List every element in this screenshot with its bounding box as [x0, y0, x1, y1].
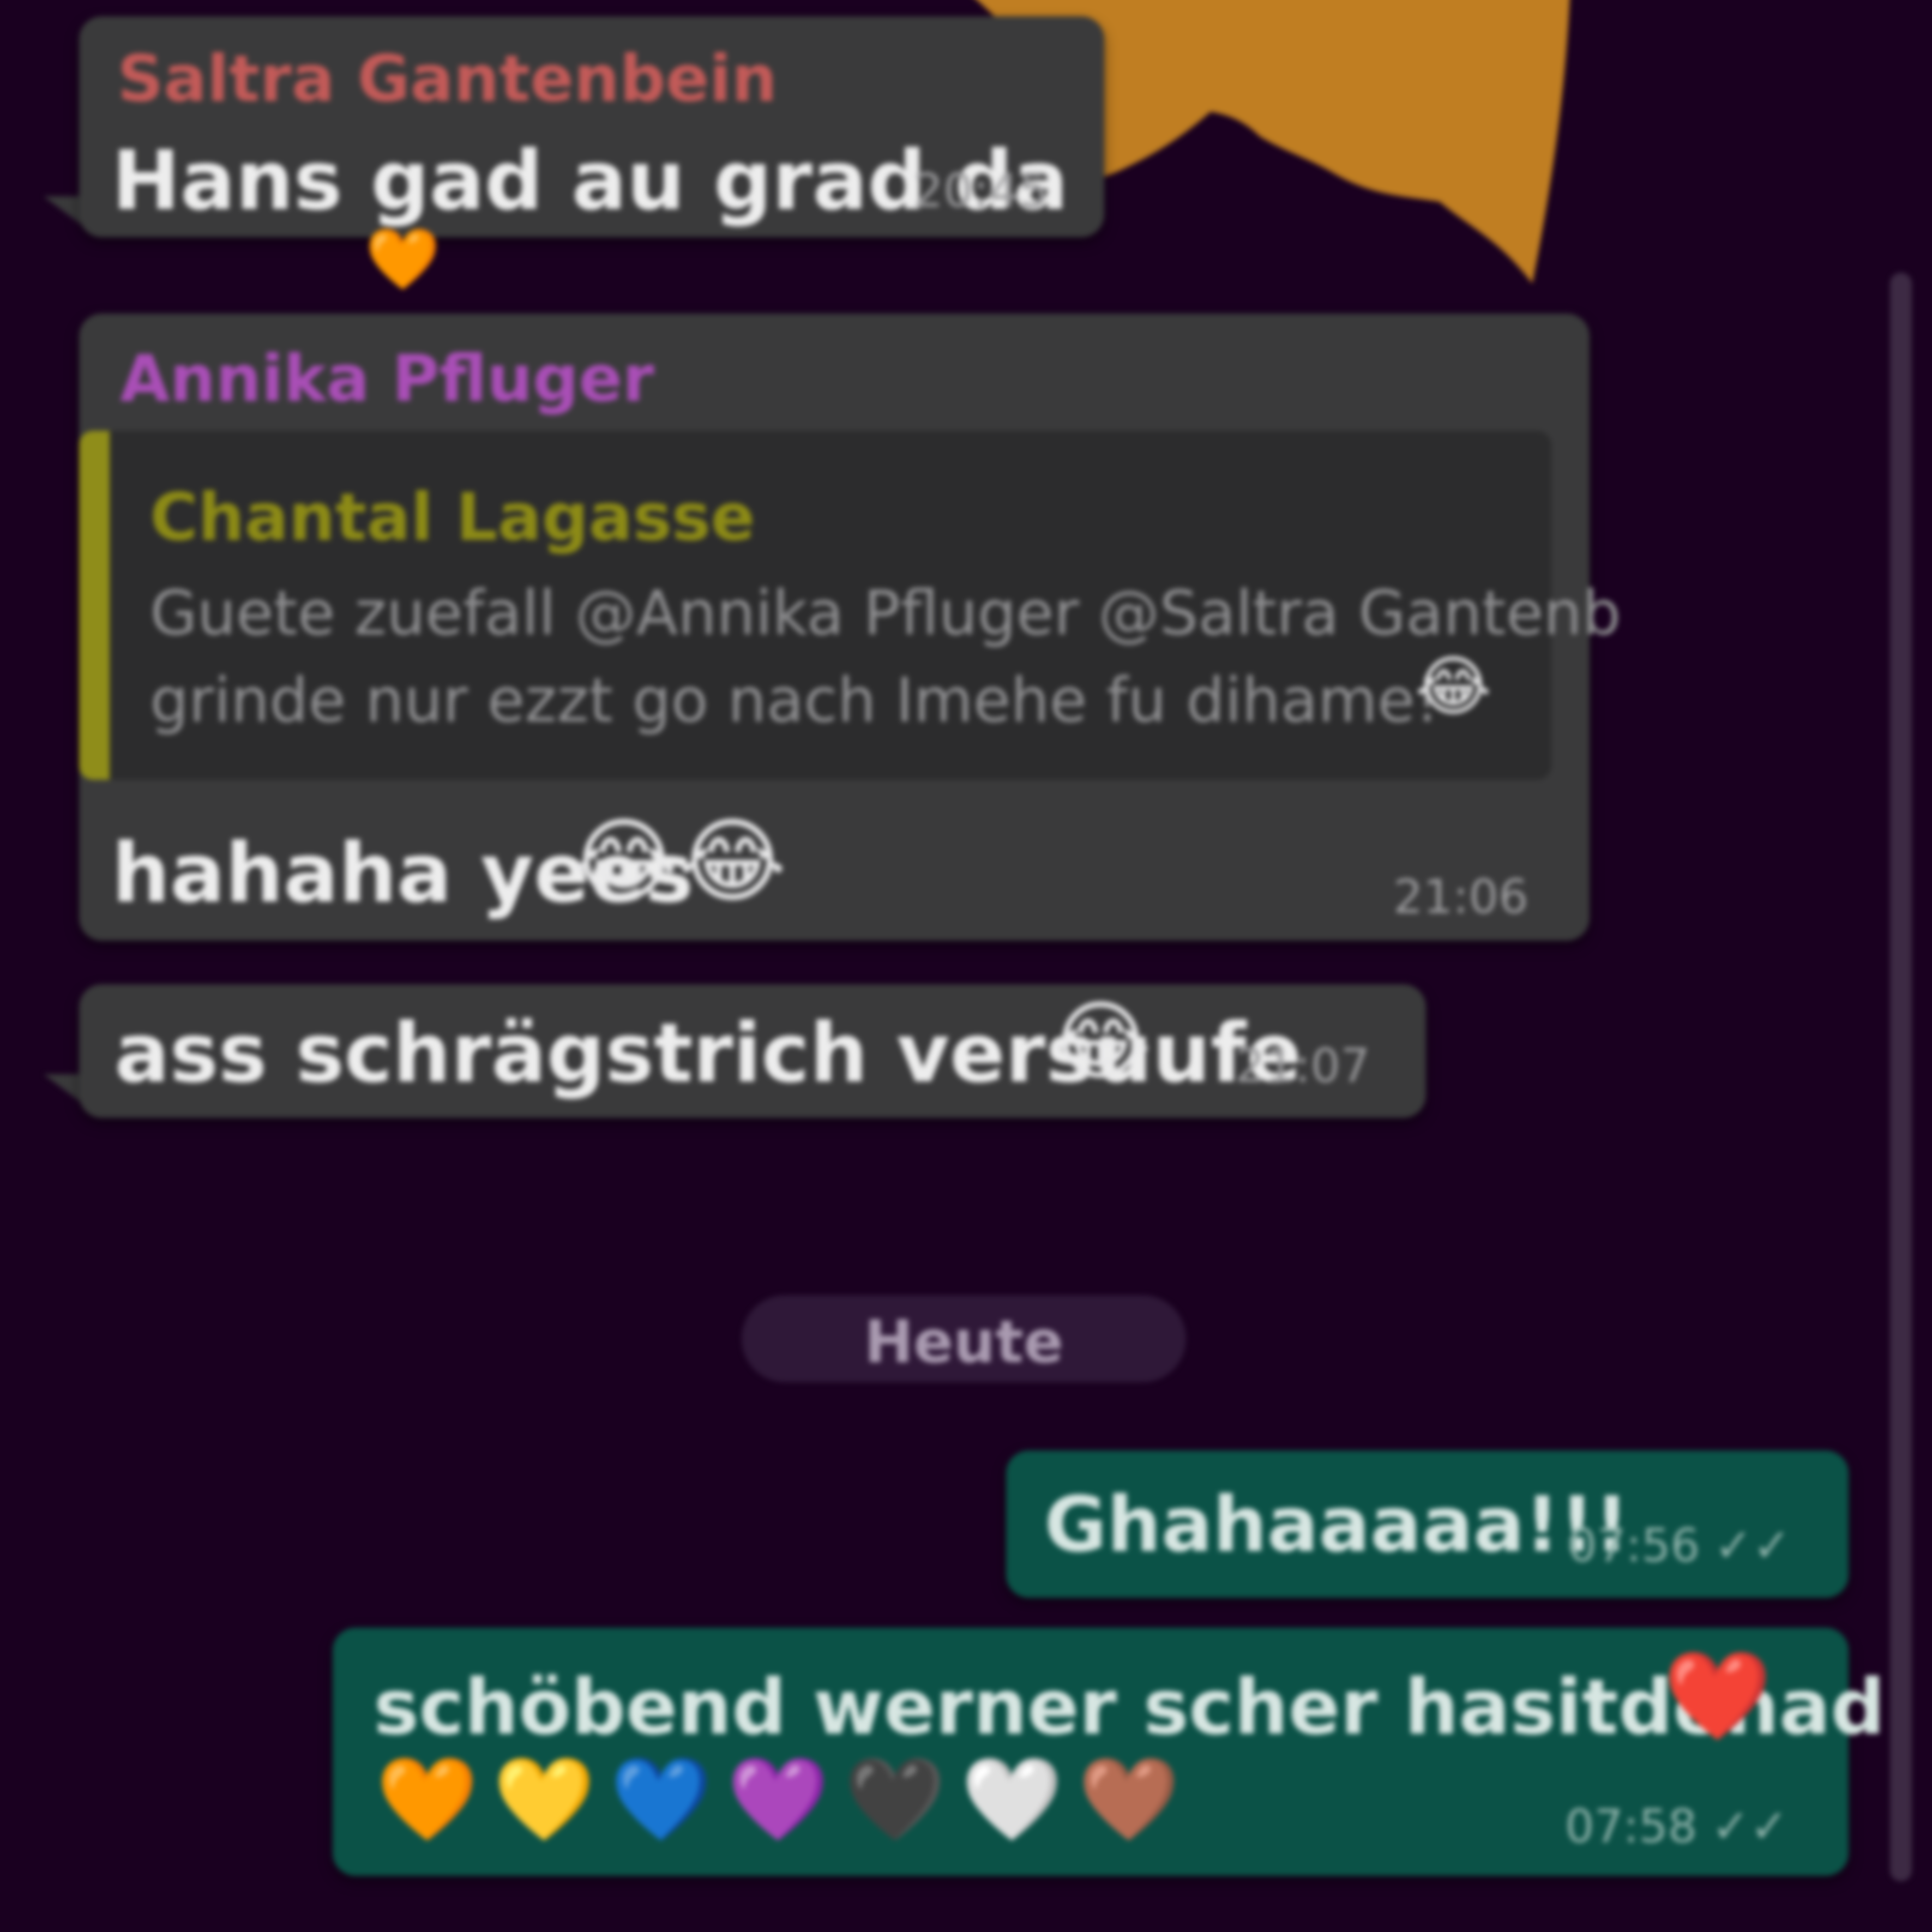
quoted-text-line: Guete zuefall @Annika Pfluger @Saltra Ga…	[150, 578, 1621, 649]
message-time: 21:06	[1393, 870, 1528, 924]
joy-emoji-icon: 😂	[1415, 649, 1492, 725]
message-time: 07:58 ✓✓	[1565, 1799, 1789, 1853]
quoted-sender: Chantal Lagasse	[150, 480, 755, 556]
chat-view: Saltra Gantenbein Hans gad au grad da 20…	[0, 0, 1932, 1932]
message-time: 20:45	[913, 164, 1049, 218]
message-bubble[interactable]: Annika Pfluger Chantal Lagasse Guete zue…	[79, 314, 1621, 941]
message-text: Ghahaaaaa!!!	[1044, 1480, 1629, 1569]
message-time: 21:07	[1235, 1039, 1370, 1093]
joy-emoji-icon: 😂😂	[570, 808, 787, 916]
red-heart-icon: ❤️	[1663, 1645, 1772, 1747]
chat-scrollbar[interactable]	[1890, 273, 1912, 1881]
sender-name[interactable]: Saltra Gantenbein	[117, 41, 777, 116]
quoted-text-line: grinde nur ezzt go nach Imehe fu dihame!	[150, 665, 1440, 736]
outgoing-message-bubble[interactable]: Ghahaaaaa!!! 07:56 ✓✓	[1006, 1450, 1849, 1598]
heart-emoji-row: 🧡 💛 💙 💜 🖤 🤍 🤎	[376, 1752, 1179, 1847]
message-time: 07:56 ✓✓	[1568, 1519, 1791, 1572]
message-bubble[interactable]: ass schrägstrich versuufe 😂 21:07	[79, 984, 1426, 1118]
date-divider: Heute	[742, 1295, 1186, 1382]
message-bubble[interactable]: Saltra Gantenbein Hans gad au grad da 20…	[79, 16, 1104, 237]
date-label: Heute	[864, 1308, 1064, 1376]
message-text: schöbend werner scher hasitdenad	[374, 1663, 1886, 1752]
orange-heart-icon[interactable]: 🧡	[365, 229, 440, 289]
sender-name[interactable]: Annika Pfluger	[120, 341, 654, 416]
joy-emoji-icon: 😂	[1050, 990, 1152, 1092]
outgoing-message-bubble[interactable]: schöbend werner scher hasitdenad ❤️ 🧡 💛 …	[333, 1628, 1885, 1876]
quote-bar	[79, 431, 110, 780]
quoted-message[interactable]: Chantal Lagasse Guete zuefall @Annika Pf…	[79, 431, 1621, 780]
